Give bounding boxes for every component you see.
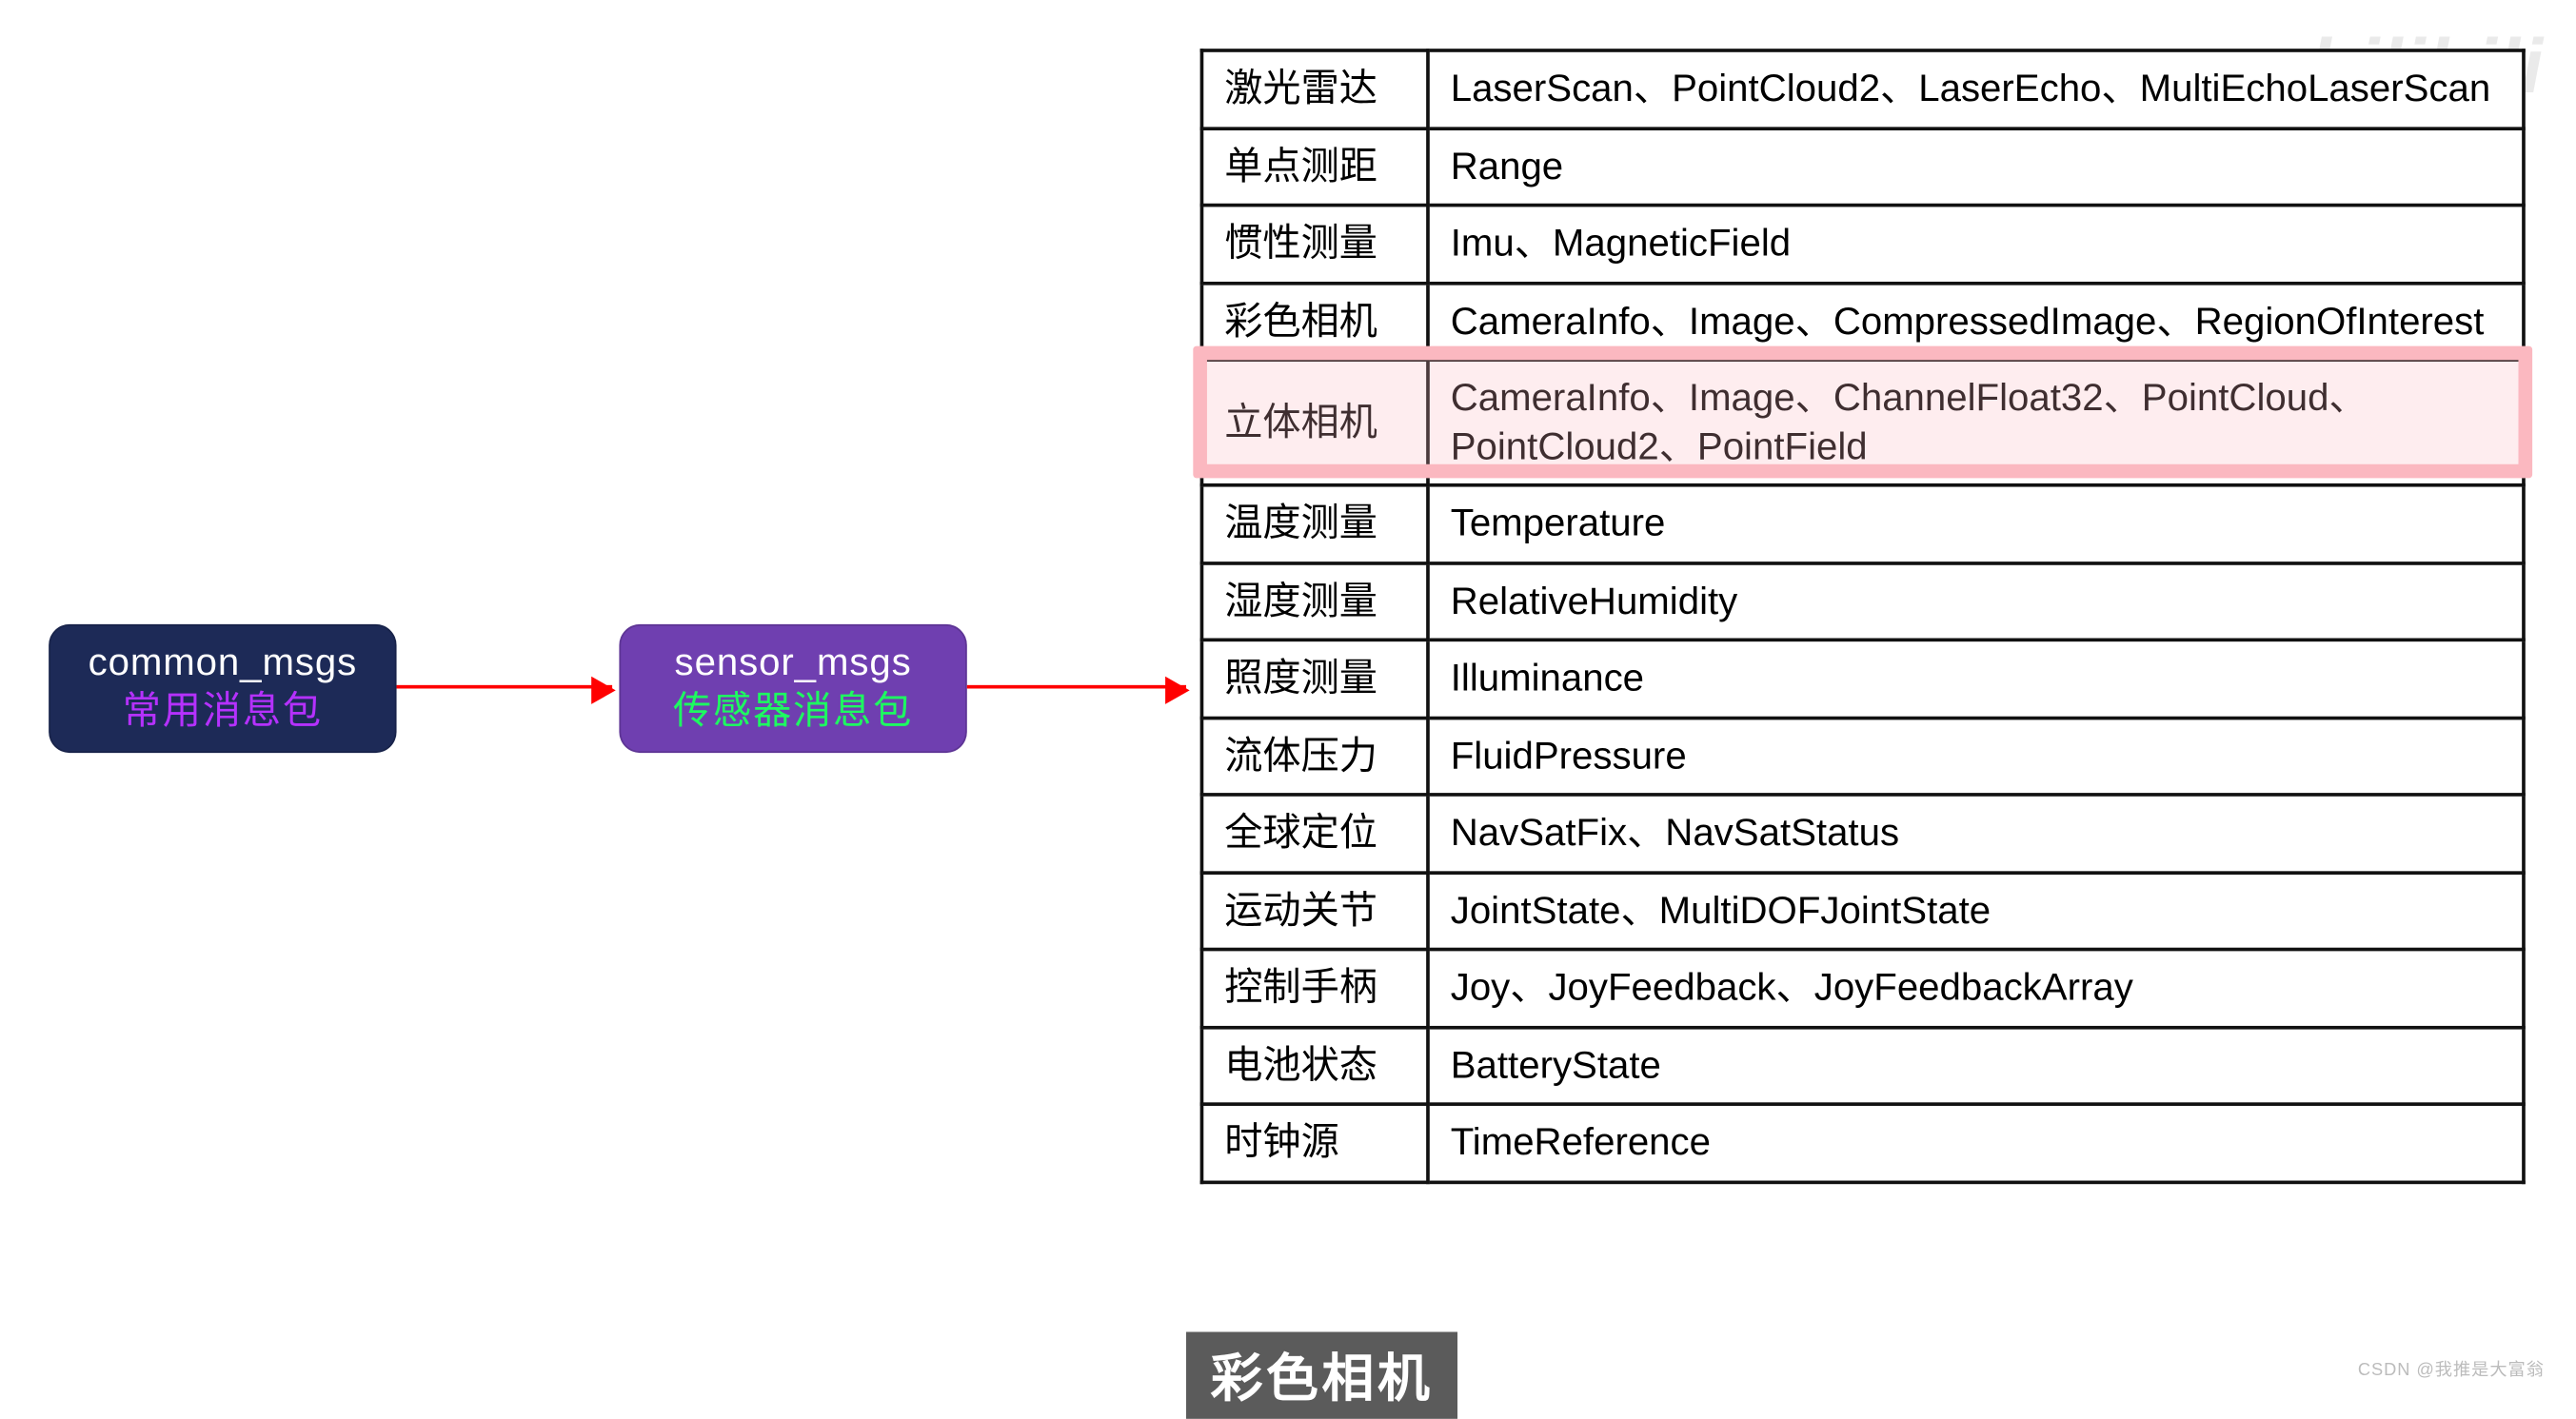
table-row: 单点测距 Range [1201,128,2524,205]
table-row: 彩色相机 CameraInfo、Image、CompressedImage、Re… [1201,283,2524,360]
table-cell-value: Imu、MagneticField [1428,206,2524,283]
table-row: 照度测量 Illuminance [1201,640,2524,717]
table-cell-label: 激光雷达 [1201,50,1428,128]
table-cell-label: 时钟源 [1201,1104,1428,1181]
table-cell-label: 控制手柄 [1201,950,1428,1027]
table-row: 湿度测量 RelativeHumidity [1201,562,2524,640]
node-common-msgs: common_msgs 常用消息包 [49,624,396,754]
table-cell-label: 全球定位 [1201,795,1428,872]
sensor-msgs-table: 激光雷达 LaserScan、PointCloud2、LaserEcho、Mul… [1200,49,2526,1183]
table-cell-value: LaserScan、PointCloud2、LaserEcho、MultiEch… [1428,50,2524,128]
table-cell-label: 单点测距 [1201,128,1428,205]
table-cell-label: 惯性测量 [1201,206,1428,283]
arrow-common-to-sensor [397,685,613,689]
table-row: 立体相机 CameraInfo、Image、ChannelFloat32、Poi… [1201,360,2524,485]
watermark-csdn: CSDN @我推是大富翁 [2358,1354,2545,1380]
table-cell-value: CameraInfo、Image、ChannelFloat32、PointClo… [1428,360,2524,485]
caption-color-camera: 彩色相机 [1186,1331,1457,1418]
node-common-msgs-title: common_msgs [80,641,366,683]
table-row: 电池状态 BatteryState [1201,1027,2524,1104]
table-cell-label: 温度测量 [1201,485,1428,562]
table-cell-label: 流体压力 [1201,718,1428,795]
table-cell-value: Illuminance [1428,640,2524,717]
table-row: 控制手柄 Joy、JoyFeedback、JoyFeedbackArray [1201,950,2524,1027]
table-row: 时钟源 TimeReference [1201,1104,2524,1181]
table-row: 流体压力 FluidPressure [1201,718,2524,795]
table-cell-label: 彩色相机 [1201,283,1428,360]
table-cell-label: 运动关节 [1201,872,1428,949]
table-cell-label: 电池状态 [1201,1027,1428,1104]
table-cell-value: Temperature [1428,485,2524,562]
table-cell-value: RelativeHumidity [1428,562,2524,640]
table-cell-value: Joy、JoyFeedback、JoyFeedbackArray [1428,950,2524,1027]
table-cell-value: FluidPressure [1428,718,2524,795]
table-cell-value: NavSatFix、NavSatStatus [1428,795,2524,872]
table-cell-label: 立体相机 [1201,360,1428,485]
arrow-sensor-to-table [967,685,1186,689]
table-cell-label: 湿度测量 [1201,562,1428,640]
table-cell-value: CameraInfo、Image、CompressedImage、RegionO… [1428,283,2524,360]
node-common-msgs-sub: 常用消息包 [80,691,366,733]
table-cell-label: 照度测量 [1201,640,1428,717]
table-row: 激光雷达 LaserScan、PointCloud2、LaserEcho、Mul… [1201,50,2524,128]
table-row: 运动关节 JointState、MultiDOFJointState [1201,872,2524,949]
table-cell-value: BatteryState [1428,1027,2524,1104]
table-row: 全球定位 NavSatFix、NavSatStatus [1201,795,2524,872]
table-row: 惯性测量 Imu、MagneticField [1201,206,2524,283]
table-cell-value: JointState、MultiDOFJointState [1428,872,2524,949]
table-cell-value: TimeReference [1428,1104,2524,1181]
node-sensor-msgs: sensor_msgs 传感器消息包 [619,624,966,754]
table-cell-value: Range [1428,128,2524,205]
node-sensor-msgs-title: sensor_msgs [650,641,936,683]
table-row: 温度测量 Temperature [1201,485,2524,562]
node-sensor-msgs-sub: 传感器消息包 [650,691,936,733]
